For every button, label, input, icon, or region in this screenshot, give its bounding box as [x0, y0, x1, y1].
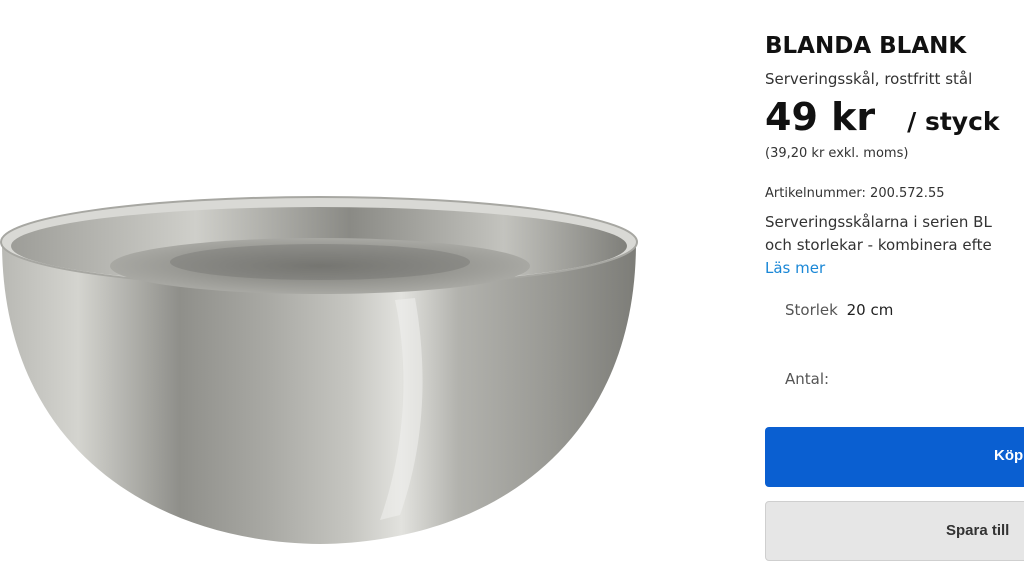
buy-button-label: Köp: [994, 447, 1024, 464]
save-button-label: Spara till: [946, 522, 1010, 539]
article-number: Artikelnummer: 200.572.55: [765, 186, 945, 201]
description-line: Serveringsskålarna i serien BL: [765, 213, 992, 231]
save-to-list-button[interactable]: Spara till: [765, 501, 1024, 561]
size-value: 20 cm: [846, 301, 894, 319]
product-name: BLANDA BLANK: [765, 33, 967, 59]
description-line: och storlekar - kombinera efte: [765, 236, 992, 254]
product-info-panel: BLANDA BLANK Serveringsskål, rostfritt s…: [765, 0, 1024, 582]
product-price: 49 kr: [765, 95, 876, 139]
product-image: [0, 196, 638, 544]
price-excl-vat: (39,20 kr exkl. moms): [765, 146, 909, 161]
buy-button[interactable]: Köp: [765, 427, 1024, 487]
read-more-link[interactable]: Läs mer: [765, 259, 825, 277]
price-row: 49 kr / styck: [765, 95, 1000, 139]
size-label: Storlek: [785, 301, 838, 319]
size-selector[interactable]: Storlek 20 cm: [785, 301, 893, 319]
product-subtitle: Serveringsskål, rostfritt stål: [765, 70, 973, 88]
price-unit: / styck: [907, 107, 1000, 136]
product-page: BLANDA BLANK Serveringsskål, rostfritt s…: [0, 0, 1024, 582]
product-description: Serveringsskålarna i serien BL och storl…: [765, 211, 992, 257]
quantity-label: Antal:: [785, 370, 830, 388]
